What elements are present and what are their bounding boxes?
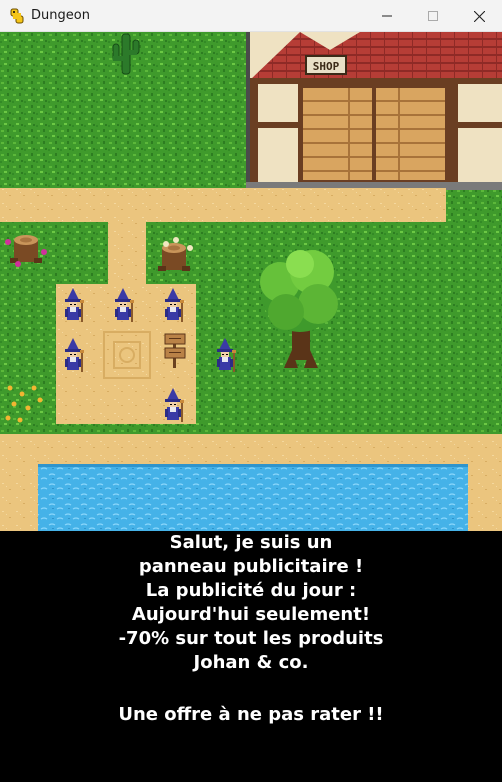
maximize-icon <box>428 11 438 21</box>
game-window: Dungeon SHOP Salut, je suis un panneau p… <box>0 0 502 782</box>
dialog-line-4: Aujourd'hui seulement! <box>131 604 371 625</box>
shop-sign: SHOP <box>305 55 347 75</box>
tree-stump[interactable] <box>158 243 190 271</box>
dialog-line-5: -70% sur tout les produits <box>118 628 384 649</box>
dialog-line-1: Salut, je suis un <box>169 532 333 553</box>
python-snake-icon <box>9 8 25 24</box>
dialog-line-8: Une offre à ne pas rater !! <box>118 704 384 725</box>
dialog-line-6: Johan & co. <box>193 652 309 673</box>
sand-road <box>0 188 446 222</box>
shop-building[interactable] <box>246 32 502 190</box>
lake[interactable] <box>38 464 468 531</box>
close-button[interactable] <box>456 0 502 32</box>
dialog-line-3: La publicité du jour : <box>145 580 357 601</box>
dialog-box: Salut, je suis un panneau publicitaire !… <box>0 531 502 782</box>
minimize-icon <box>382 15 392 17</box>
dialog-line-2: panneau publicitaire ! <box>138 556 364 577</box>
title-bar[interactable]: Dungeon <box>0 0 502 32</box>
maximize-button[interactable] <box>410 0 456 32</box>
close-icon <box>473 10 485 22</box>
window-title: Dungeon <box>31 8 90 23</box>
sand-path <box>108 220 146 290</box>
tree-stump[interactable] <box>10 235 42 263</box>
minimize-button[interactable] <box>364 0 410 32</box>
shop-sign-text: SHOP <box>313 60 340 73</box>
game-viewport[interactable]: SHOP <box>0 32 502 531</box>
